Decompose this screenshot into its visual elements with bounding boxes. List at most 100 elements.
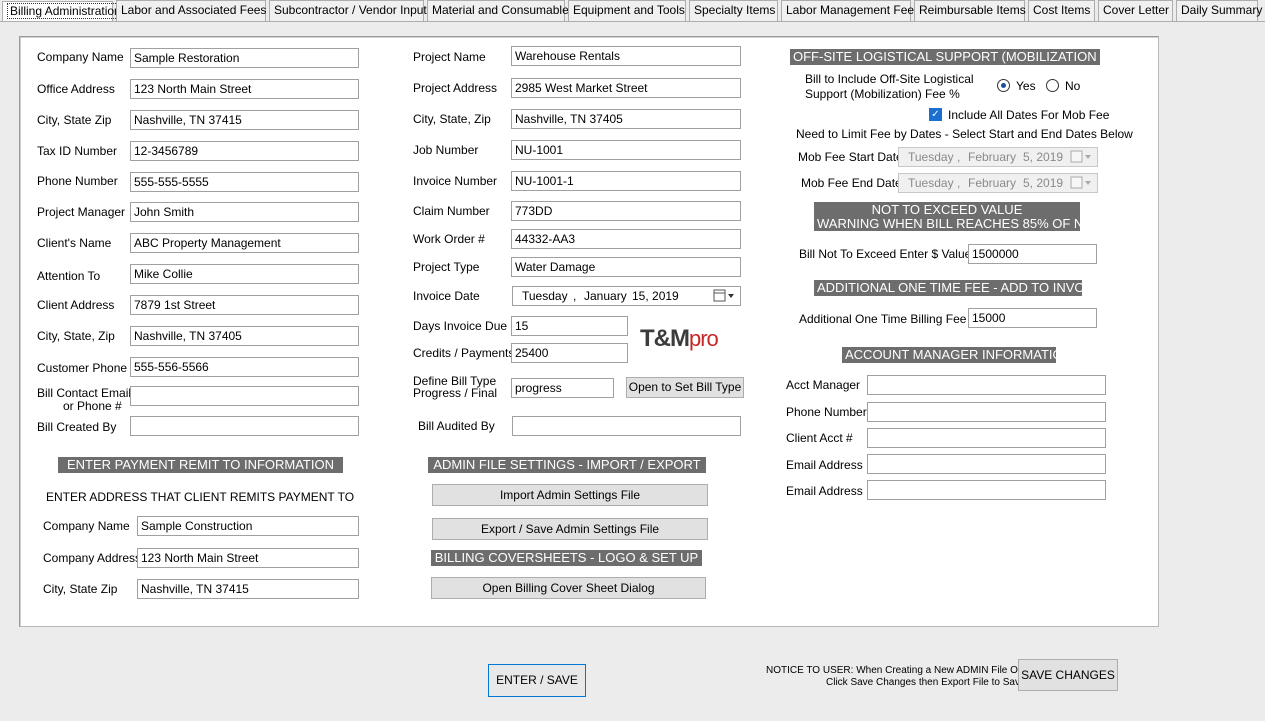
- office-address-label: Office Address: [37, 82, 115, 96]
- tax-id-input[interactable]: 12-3456789: [130, 141, 359, 161]
- remit-company-name-label: Company Name: [43, 519, 130, 533]
- mobilization-header: OFF-SITE LOGISTICAL SUPPORT (MOBILIZATIO…: [790, 49, 1130, 65]
- mob-end-num: 5, 2019: [1023, 176, 1064, 190]
- remit-csz-input[interactable]: Nashville, TN 37415: [137, 579, 359, 599]
- tax-id-label: Tax ID Number: [37, 144, 118, 158]
- invoice-date-label: Invoice Date: [413, 289, 480, 303]
- remit-company-name-input[interactable]: Sample Construction: [137, 516, 359, 536]
- nte-header: NOT TO EXCEED VALUE WARNING WHEN BILL RE…: [814, 202, 1100, 231]
- coversheets-header: BILLING COVERSHEETS - LOGO & SET UP: [431, 550, 702, 566]
- import-admin-settings-button[interactable]: Import Admin Settings File: [432, 484, 708, 506]
- limit-dates-label: Need to Limit Fee by Dates - Select Star…: [796, 127, 1133, 141]
- acct-manager-label: Acct Manager: [786, 378, 861, 392]
- days-due-label: Days Invoice Due: [413, 319, 508, 333]
- include-all-dates-checkbox[interactable]: ✓: [929, 108, 942, 121]
- credits-input[interactable]: 25400: [511, 343, 628, 363]
- email-1-input[interactable]: [867, 454, 1106, 474]
- client-name-input[interactable]: ABC Property Management: [130, 233, 359, 253]
- bill-created-label: Bill Created By: [37, 420, 117, 434]
- audited-by-input[interactable]: [512, 416, 741, 436]
- invoice-number-label: Invoice Number: [413, 174, 498, 188]
- bill-type-label-2: Progress / Final: [413, 386, 498, 400]
- city-state-zip-input[interactable]: Nashville, TN 37415: [130, 110, 359, 130]
- email-2-label: Email Address: [786, 484, 863, 498]
- tab-equipment[interactable]: Equipment and Tools: [568, 0, 686, 21]
- export-admin-settings-button[interactable]: Export / Save Admin Settings File: [432, 518, 708, 540]
- tab-specialty[interactable]: Specialty Items: [689, 0, 778, 21]
- invoice-number-input[interactable]: NU-1001-1: [511, 171, 741, 191]
- phone-number-input[interactable]: 555-555-5555: [130, 172, 359, 192]
- save-changes-button[interactable]: SAVE CHANGES: [1018, 659, 1118, 691]
- open-bill-type-button[interactable]: Open to Set Bill Type: [626, 377, 744, 398]
- phone-number-label: Phone Number: [37, 174, 118, 188]
- attention-to-input[interactable]: Mike Collie: [130, 264, 359, 284]
- enter-save-button[interactable]: ENTER / SAVE: [488, 664, 586, 697]
- nte-label: Bill Not To Exceed Enter $ Value: [799, 247, 972, 261]
- job-number-input[interactable]: NU-1001: [511, 140, 741, 160]
- billing-admin-window: { "tabs": [ {"label": "Billing Administr…: [0, 0, 1265, 721]
- client-csz-input[interactable]: Nashville, TN 37405: [130, 326, 359, 346]
- days-due-input[interactable]: 15: [511, 316, 628, 336]
- email-2-input[interactable]: [867, 480, 1106, 500]
- acct-manager-input[interactable]: [867, 375, 1106, 395]
- nte-header-line-2: WARNING WHEN BILL REACHES 85% OF NTE: [817, 216, 1100, 231]
- company-name-input[interactable]: Sample Restoration: [130, 48, 359, 68]
- mob-fee-yes-radio[interactable]: [997, 79, 1010, 92]
- calendar-dropdown-icon[interactable]: [1070, 150, 1094, 164]
- audited-by-label: Bill Audited By: [418, 419, 495, 433]
- project-address-input[interactable]: 2985 West Market Street: [511, 78, 741, 98]
- customer-phone-label: Customer Phone #: [37, 361, 138, 375]
- client-address-input[interactable]: 7879 1st Street: [130, 295, 359, 315]
- work-order-input[interactable]: 44332-AA3: [511, 229, 741, 249]
- project-type-input[interactable]: Water Damage: [511, 257, 741, 277]
- city-state-zip-label: City, State Zip: [37, 113, 112, 127]
- tab-labor-fees[interactable]: Labor and Associated Fees: [116, 0, 266, 21]
- attention-to-label: Attention To: [37, 269, 101, 283]
- claim-number-label: Claim Number: [413, 204, 490, 218]
- remit-subheader: ENTER ADDRESS THAT CLIENT REMITS PAYMENT…: [46, 490, 355, 504]
- bill-contact-label: Bill Contact Email: [37, 386, 132, 400]
- open-cover-sheet-button[interactable]: Open Billing Cover Sheet Dialog: [431, 577, 706, 599]
- mob-end-month: February: [968, 176, 1017, 190]
- yes-label: Yes: [1016, 79, 1036, 93]
- project-csz-label: City, State, Zip: [413, 112, 491, 126]
- mob-start-date-picker[interactable]: Tuesday , February 5, 2019: [898, 147, 1098, 167]
- nte-input[interactable]: 1500000: [968, 244, 1097, 264]
- tab-subcontractor[interactable]: Subcontractor / Vendor Input: [269, 0, 427, 21]
- calendar-dropdown-icon[interactable]: [1070, 176, 1094, 190]
- mob-start-day: Tuesday: [908, 150, 954, 164]
- invoice-date-picker[interactable]: Tuesday , January 15, 2019: [512, 286, 741, 306]
- project-manager-input[interactable]: John Smith: [130, 202, 359, 222]
- tab-material[interactable]: Material and Consumable: [427, 0, 569, 21]
- one-time-fee-input[interactable]: 15000: [968, 308, 1097, 328]
- bill-created-input[interactable]: [130, 416, 359, 436]
- bill-include-label: Bill to Include Off-Site Logistical: [805, 72, 974, 86]
- remit-company-address-input[interactable]: 123 North Main Street: [137, 548, 359, 568]
- bill-type-input[interactable]: progress: [511, 378, 614, 398]
- bill-contact-input[interactable]: [130, 386, 359, 406]
- acct-phone-input[interactable]: [867, 402, 1106, 422]
- mob-fee-no-radio[interactable]: [1046, 79, 1059, 92]
- tab-cost-items[interactable]: Cost Items: [1028, 0, 1095, 21]
- project-type-label: Project Type: [413, 260, 480, 274]
- bill-contact-label-2: or Phone #: [63, 399, 122, 413]
- remit-company-address-label: Company Address: [43, 551, 142, 565]
- tab-reimbursable[interactable]: Reimbursable Items: [914, 0, 1026, 21]
- project-csz-input[interactable]: Nashville, TN 37405: [511, 109, 741, 129]
- client-acct-input[interactable]: [867, 428, 1106, 448]
- invoice-date-month: January: [584, 289, 627, 303]
- tab-daily-summary[interactable]: Daily Summary: [1176, 0, 1262, 21]
- claim-number-input[interactable]: 773DD: [511, 201, 741, 221]
- tab-labor-management[interactable]: Labor Management Fee: [781, 0, 914, 21]
- customer-phone-input[interactable]: 555-556-5566: [130, 357, 359, 377]
- invoice-date-num: 15, 2019: [632, 289, 679, 303]
- project-name-input[interactable]: Warehouse Rentals: [511, 46, 741, 66]
- mob-end-date-picker[interactable]: Tuesday , February 5, 2019: [898, 173, 1098, 193]
- office-address-input[interactable]: 123 North Main Street: [130, 79, 359, 99]
- calendar-dropdown-icon[interactable]: [713, 289, 737, 303]
- client-acct-label: Client Acct #: [786, 431, 853, 445]
- one-time-fee-header: ADDITIONAL ONE TIME FEE - ADD TO INVOICE: [814, 280, 1106, 296]
- tab-label: Billing Administration: [7, 3, 124, 19]
- tab-billing-administration[interactable]: Billing Administration: [2, 1, 124, 21]
- tab-cover-letter[interactable]: Cover Letter: [1098, 0, 1173, 21]
